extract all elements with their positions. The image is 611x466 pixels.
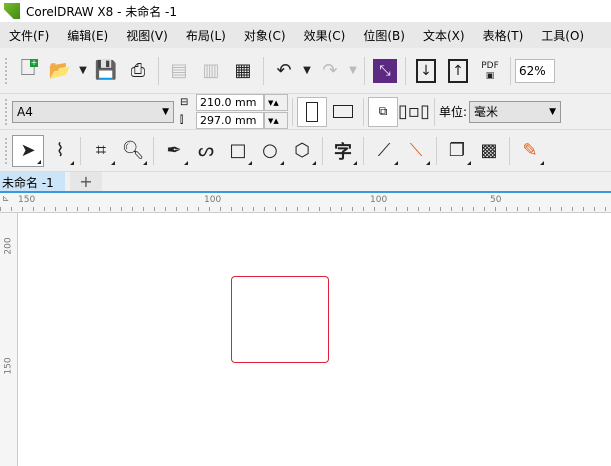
ruler-origin-icon[interactable]: ⊾: [2, 194, 10, 204]
divider: [80, 136, 81, 165]
standard-toolbar: 🗋 + 📂 ▼ 💾 ⎙ ▤ ▥ ▦ ↶ ▼ ↷ ▼ ⤡ ↓ ↑ PDF ▣ 62%: [0, 48, 611, 94]
ruler-label: 150: [3, 357, 14, 375]
vertical-ruler[interactable]: 200 150: [0, 213, 18, 466]
import-icon[interactable]: ↓: [410, 55, 442, 87]
divider: [153, 136, 154, 165]
all-pages-icon[interactable]: ⧉: [368, 96, 398, 127]
divider: [292, 97, 293, 126]
menu-tools[interactable]: 工具(O): [532, 27, 593, 44]
shape-tool-icon[interactable]: ⌇: [44, 135, 76, 167]
horizontal-ruler[interactable]: ⊾ 150 100 100 50: [0, 193, 611, 213]
cut-icon[interactable]: ▤: [163, 55, 195, 87]
add-tab-icon[interactable]: +: [70, 172, 102, 191]
paste-icon[interactable]: ▦: [227, 55, 259, 87]
undo-dropdown-icon[interactable]: ▼: [300, 55, 314, 87]
document-tab-bar: 未命名 -1 +: [0, 172, 611, 193]
redo-dropdown-icon[interactable]: ▼: [346, 55, 360, 87]
search-content-icon[interactable]: ⤡: [369, 55, 401, 87]
page-height-icon: ⫿: [180, 115, 184, 126]
polygon-tool-icon[interactable]: ⬡: [286, 135, 318, 167]
publish-pdf-icon[interactable]: PDF ▣: [474, 55, 506, 87]
ruler-label: 100: [370, 195, 388, 205]
current-page-icon[interactable]: ▯▫▯: [398, 96, 430, 128]
divider: [363, 136, 364, 165]
eyedropper-icon[interactable]: ✎: [514, 135, 546, 167]
pen-tool-icon[interactable]: ✒: [158, 135, 190, 167]
menu-layout[interactable]: 布局(L): [177, 27, 235, 44]
menu-bar: 文件(F) 编辑(E) 视图(V) 布局(L) 对象(C) 效果(C) 位图(B…: [0, 22, 611, 48]
redo-icon[interactable]: ↷: [314, 55, 346, 87]
drop-shadow-icon[interactable]: ❐: [441, 135, 473, 167]
ruler-label: 100: [204, 195, 222, 205]
divider: [363, 97, 364, 126]
copy-icon[interactable]: ▥: [195, 55, 227, 87]
artistic-media-icon[interactable]: ᔕ: [190, 135, 222, 167]
menu-text[interactable]: 文本(X): [414, 27, 474, 44]
rectangle-shape[interactable]: [231, 276, 329, 363]
divider: [158, 56, 159, 85]
menu-table[interactable]: 表格(T): [474, 27, 533, 44]
open-dropdown-icon[interactable]: ▼: [76, 55, 90, 87]
open-icon[interactable]: 📂: [44, 55, 76, 87]
menu-effects[interactable]: 效果(C): [295, 27, 355, 44]
crop-tool-icon[interactable]: ⌗: [85, 135, 117, 167]
window-title: CorelDRAW X8 - 未命名 -1: [26, 4, 178, 19]
page-width-icon: ⊟: [180, 97, 189, 108]
print-icon[interactable]: ⎙: [122, 55, 154, 87]
export-icon[interactable]: ↑: [442, 55, 474, 87]
menu-view[interactable]: 视图(V): [117, 27, 177, 44]
toolbar-grip[interactable]: [4, 97, 8, 126]
ruler-label: 50: [490, 195, 502, 205]
undo-icon[interactable]: ↶: [268, 55, 300, 87]
title-bar: CorelDRAW X8 - 未命名 -1: [0, 0, 611, 22]
landscape-button[interactable]: [327, 96, 359, 128]
pick-tool-icon[interactable]: ➤: [12, 134, 44, 167]
divider: [509, 136, 510, 165]
menu-file[interactable]: 文件(F): [0, 27, 58, 44]
toolbar-grip[interactable]: [4, 136, 8, 165]
divider: [364, 56, 365, 85]
menu-bitmaps[interactable]: 位图(B): [354, 27, 414, 44]
transparency-icon[interactable]: ▩: [473, 135, 505, 167]
coreldraw-logo-icon: [4, 3, 20, 19]
save-icon[interactable]: 💾: [90, 55, 122, 87]
divider: [436, 136, 437, 165]
connector-tool-icon[interactable]: ⟍: [400, 135, 432, 167]
menu-edit[interactable]: 编辑(E): [58, 27, 117, 44]
page-size-select[interactable]: A4 ▼: [12, 100, 174, 123]
divider: [434, 97, 435, 126]
page-width-input[interactable]: 210.0 mm: [196, 94, 264, 111]
rectangle-tool-icon[interactable]: □: [222, 135, 254, 167]
dimension-tool-icon[interactable]: ⟋: [368, 135, 400, 167]
text-tool-icon[interactable]: 字: [327, 135, 359, 167]
divider: [510, 56, 511, 85]
page-height-input[interactable]: 297.0 mm: [196, 112, 264, 129]
new-document-icon[interactable]: 🗋 +: [12, 55, 44, 87]
divider: [405, 56, 406, 85]
property-bar: A4 ▼ ⊟ 210.0 mm ▼▲ ⫿ 297.0 mm ▼▲ ⧉ ▯▫▯ 单位: 毫米…: [0, 94, 611, 130]
document-tab[interactable]: 未命名 -1: [0, 172, 65, 191]
portrait-button[interactable]: [297, 96, 327, 127]
units-select[interactable]: 毫米 ▼: [469, 100, 562, 123]
toolbox: ➤ ⌇ ⌗ 🔍︎ ✒ ᔕ □ ○ ⬡ 字 ⟋ ⟍ ❐ ▩ ✎: [0, 130, 611, 172]
pdf-label: PDF: [481, 60, 499, 71]
toolbar-grip[interactable]: [4, 56, 8, 85]
ruler-label: 200: [3, 237, 14, 255]
zoom-level-input[interactable]: 62%: [515, 58, 555, 83]
ellipse-tool-icon[interactable]: ○: [254, 135, 286, 167]
height-spinner[interactable]: ▼▲: [264, 112, 288, 129]
menu-object[interactable]: 对象(C): [235, 27, 295, 44]
zoom-tool-icon[interactable]: 🔍︎: [117, 135, 149, 167]
divider: [263, 56, 264, 85]
units-value: 毫米: [474, 105, 499, 119]
page-size-value: A4: [17, 104, 33, 119]
width-spinner[interactable]: ▼▲: [264, 94, 288, 111]
ruler-label: 150: [18, 195, 36, 205]
divider: [322, 136, 323, 165]
units-label: 单位:: [439, 105, 468, 119]
